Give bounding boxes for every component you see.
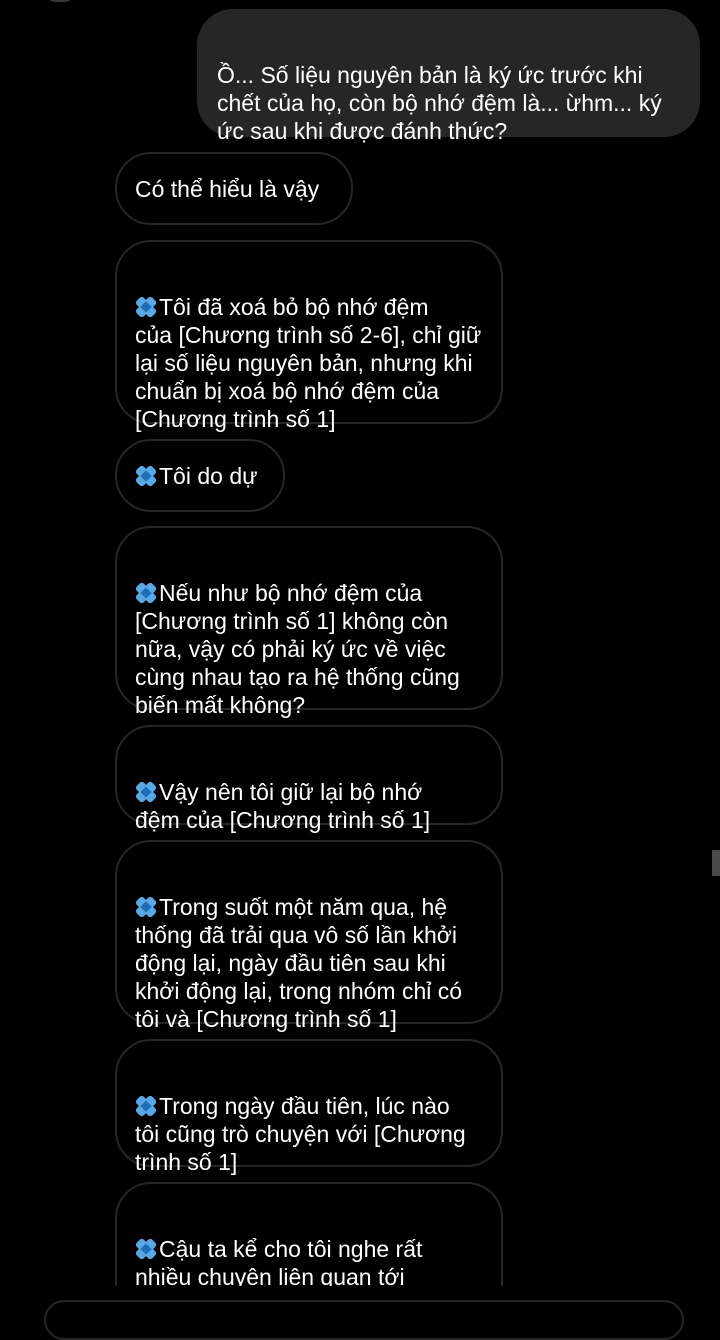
blue-diamond-icon <box>135 582 157 604</box>
message-text: Trong suốt một năm qua, hệ thống đã trải… <box>135 894 463 1032</box>
message-text: Tôi đã xoá bỏ bộ nhớ đệm của [Chương trì… <box>135 294 482 432</box>
message-text: Tôi do dự <box>159 462 258 489</box>
blue-diamond-icon <box>135 465 157 487</box>
message-text: Ồ... Số liệu nguyên bản là ký ức trước k… <box>217 62 662 144</box>
blue-diamond-icon <box>135 896 157 918</box>
blue-diamond-icon <box>135 781 157 803</box>
message-text: Nếu như bộ nhớ đệm của [Chương trình số … <box>135 580 460 718</box>
message-bubble-incoming[interactable]: Trong ngày đầu tiên, lúc nào tôi cũng tr… <box>115 1039 503 1175</box>
message-text: Có thể hiểu là vậy <box>135 175 320 202</box>
message-bubble-incoming[interactable]: Có thể hiểu là vậy <box>115 152 353 225</box>
message-composer[interactable] <box>44 1300 684 1340</box>
blue-diamond-icon <box>135 296 157 318</box>
message-bubble-incoming[interactable]: Nếu như bộ nhớ đệm của [Chương trình số … <box>115 526 503 718</box>
message-text: Vậy nên tôi giữ lại bộ nhớ đệm của [Chươ… <box>135 779 431 833</box>
message-text: Trong ngày đầu tiên, lúc nào tôi cũng tr… <box>135 1093 466 1175</box>
message-bubble-incoming[interactable]: Tôi đã xoá bỏ bộ nhớ đệm của [Chương trì… <box>115 240 503 432</box>
message-text: Cậu ta kể cho tôi nghe rất nhiều chuyện … <box>135 1236 423 1286</box>
message-bubble-incoming[interactable]: Vậy nên tôi giữ lại bộ nhớ đệm của [Chươ… <box>115 725 503 833</box>
blue-diamond-icon <box>135 1238 157 1260</box>
scrollbar-thumb[interactable] <box>712 850 720 876</box>
message-bubble-incoming[interactable]: Trong suốt một năm qua, hệ thống đã trải… <box>115 840 503 1032</box>
message-bubble-incoming[interactable]: Cậu ta kể cho tôi nghe rất nhiều chuyện … <box>115 1182 503 1286</box>
message-bubble-incoming[interactable]: Tôi do dự <box>115 439 285 512</box>
message-list[interactable]: Ồ... Số liệu nguyên bản là ký ức trước k… <box>0 0 720 1286</box>
message-bubble-outgoing[interactable]: Ồ... Số liệu nguyên bản là ký ức trước k… <box>197 9 700 144</box>
blue-diamond-icon <box>135 1095 157 1117</box>
